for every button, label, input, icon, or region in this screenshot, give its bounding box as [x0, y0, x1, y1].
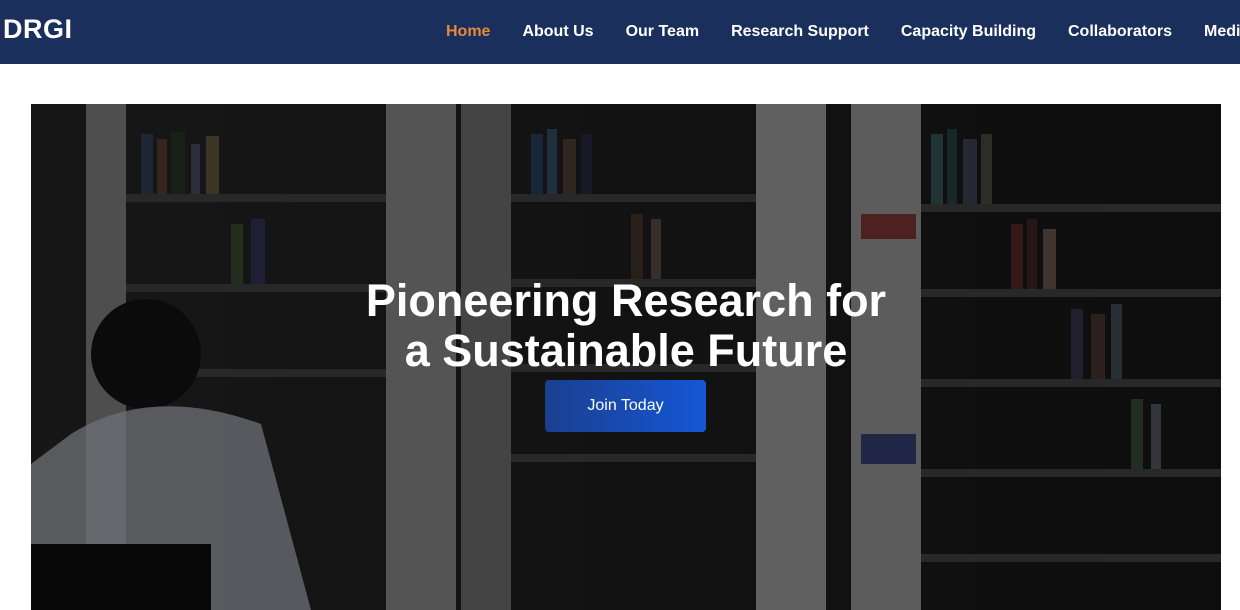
- hero-banner: Pioneering Research for a Sustainable Fu…: [31, 104, 1221, 610]
- join-today-button[interactable]: Join Today: [545, 380, 706, 432]
- nav-link-home[interactable]: Home: [430, 23, 506, 41]
- site-logo[interactable]: DRGI: [3, 14, 73, 45]
- nav-link-media[interactable]: Medi: [1188, 23, 1240, 41]
- hero-title: Pioneering Research for a Sustainable Fu…: [226, 276, 1026, 376]
- hero-title-line-2: a Sustainable Future: [404, 325, 848, 376]
- nav-link-capacity-building[interactable]: Capacity Building: [885, 23, 1052, 41]
- nav-link-collaborators[interactable]: Collaborators: [1052, 23, 1188, 41]
- nav-link-about-us[interactable]: About Us: [506, 23, 609, 41]
- nav-link-our-team[interactable]: Our Team: [610, 23, 716, 41]
- main-nav: Home About Us Our Team Research Support …: [430, 0, 1240, 64]
- hero-title-line-1: Pioneering Research for: [365, 275, 887, 326]
- top-navbar: DRGI Home About Us Our Team Research Sup…: [0, 0, 1240, 64]
- nav-link-research-support[interactable]: Research Support: [715, 23, 885, 41]
